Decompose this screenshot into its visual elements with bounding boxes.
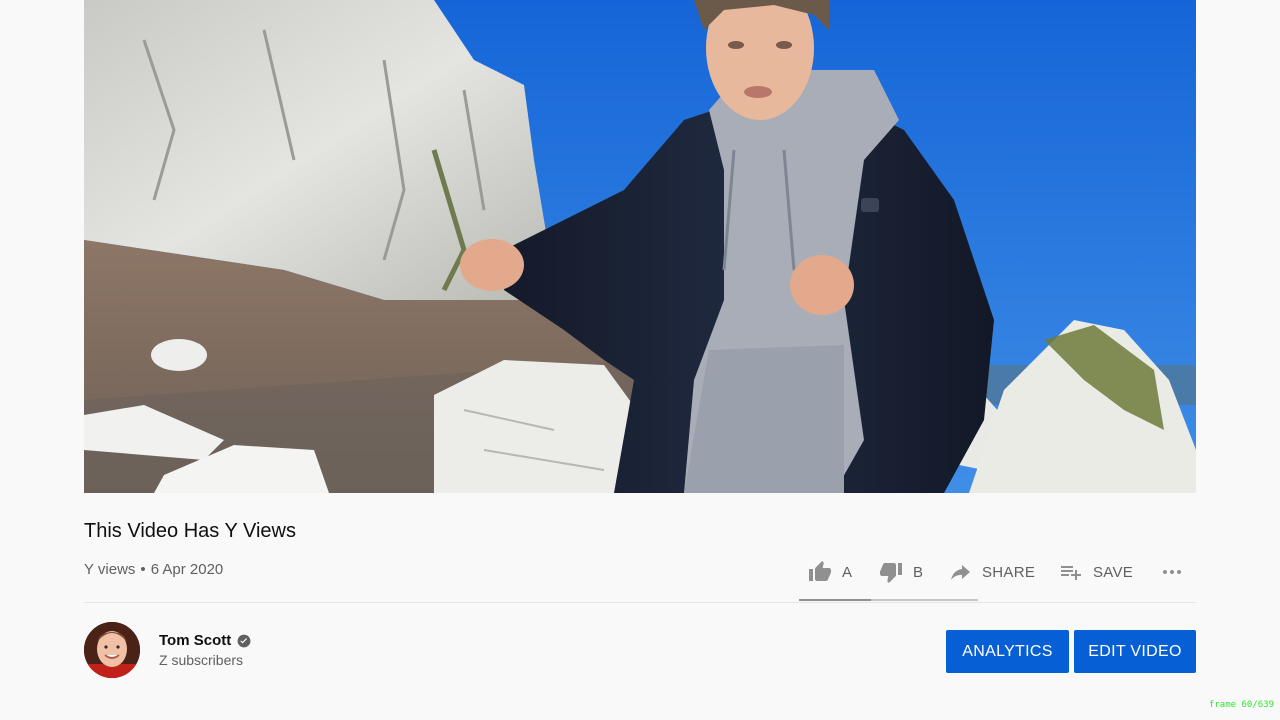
like-button[interactable]: A (808, 556, 852, 588)
like-count: A (842, 563, 853, 581)
upload-date: 6 Apr 2020 (150, 561, 224, 578)
more-actions-button[interactable] (1160, 556, 1184, 588)
sentiment-bar-like-fill (799, 599, 871, 601)
watch-page: This Video Has Y Views Y views • 6 Apr 202… (0, 0, 1280, 720)
save-label: SAVE (1093, 563, 1134, 581)
video-meta: Y views • 6 Apr 2020 (84, 560, 223, 580)
verified-check-icon (237, 634, 251, 647)
subscriber-count: Z subscribers (159, 652, 244, 668)
channel-name[interactable]: Tom Scott (159, 632, 251, 649)
share-button[interactable]: SHARE (948, 556, 1035, 588)
video-player[interactable] (84, 0, 1196, 493)
frame-counter-overlay: frame 60/639 (1208, 700, 1274, 710)
video-title: This Video Has Y Views (84, 520, 296, 542)
save-button[interactable]: SAVE (1059, 556, 1133, 588)
share-label: SHARE (982, 563, 1036, 581)
view-count: Y views (84, 561, 136, 578)
meta-separator: • (140, 561, 146, 578)
channel-name-text: Tom Scott (159, 632, 232, 649)
action-bar: A B SHARE SAVE (800, 556, 1196, 588)
sentiment-bar (799, 599, 978, 601)
thumbs-up-icon (809, 561, 831, 581)
dislike-button[interactable]: B (879, 556, 923, 588)
edit-video-button[interactable]: EDIT VIDEO (1074, 630, 1196, 673)
dislike-count: B (913, 563, 924, 581)
video-frame-image (84, 0, 1196, 493)
divider (84, 602, 1196, 603)
share-arrow-icon (951, 565, 970, 580)
thumbs-down-icon (880, 563, 902, 583)
channel-avatar-image (84, 622, 140, 678)
analytics-button[interactable]: ANALYTICS (946, 630, 1069, 673)
avatar[interactable] (84, 622, 140, 678)
more-horizontal-icon (1163, 570, 1181, 574)
playlist-add-icon (1061, 566, 1081, 580)
